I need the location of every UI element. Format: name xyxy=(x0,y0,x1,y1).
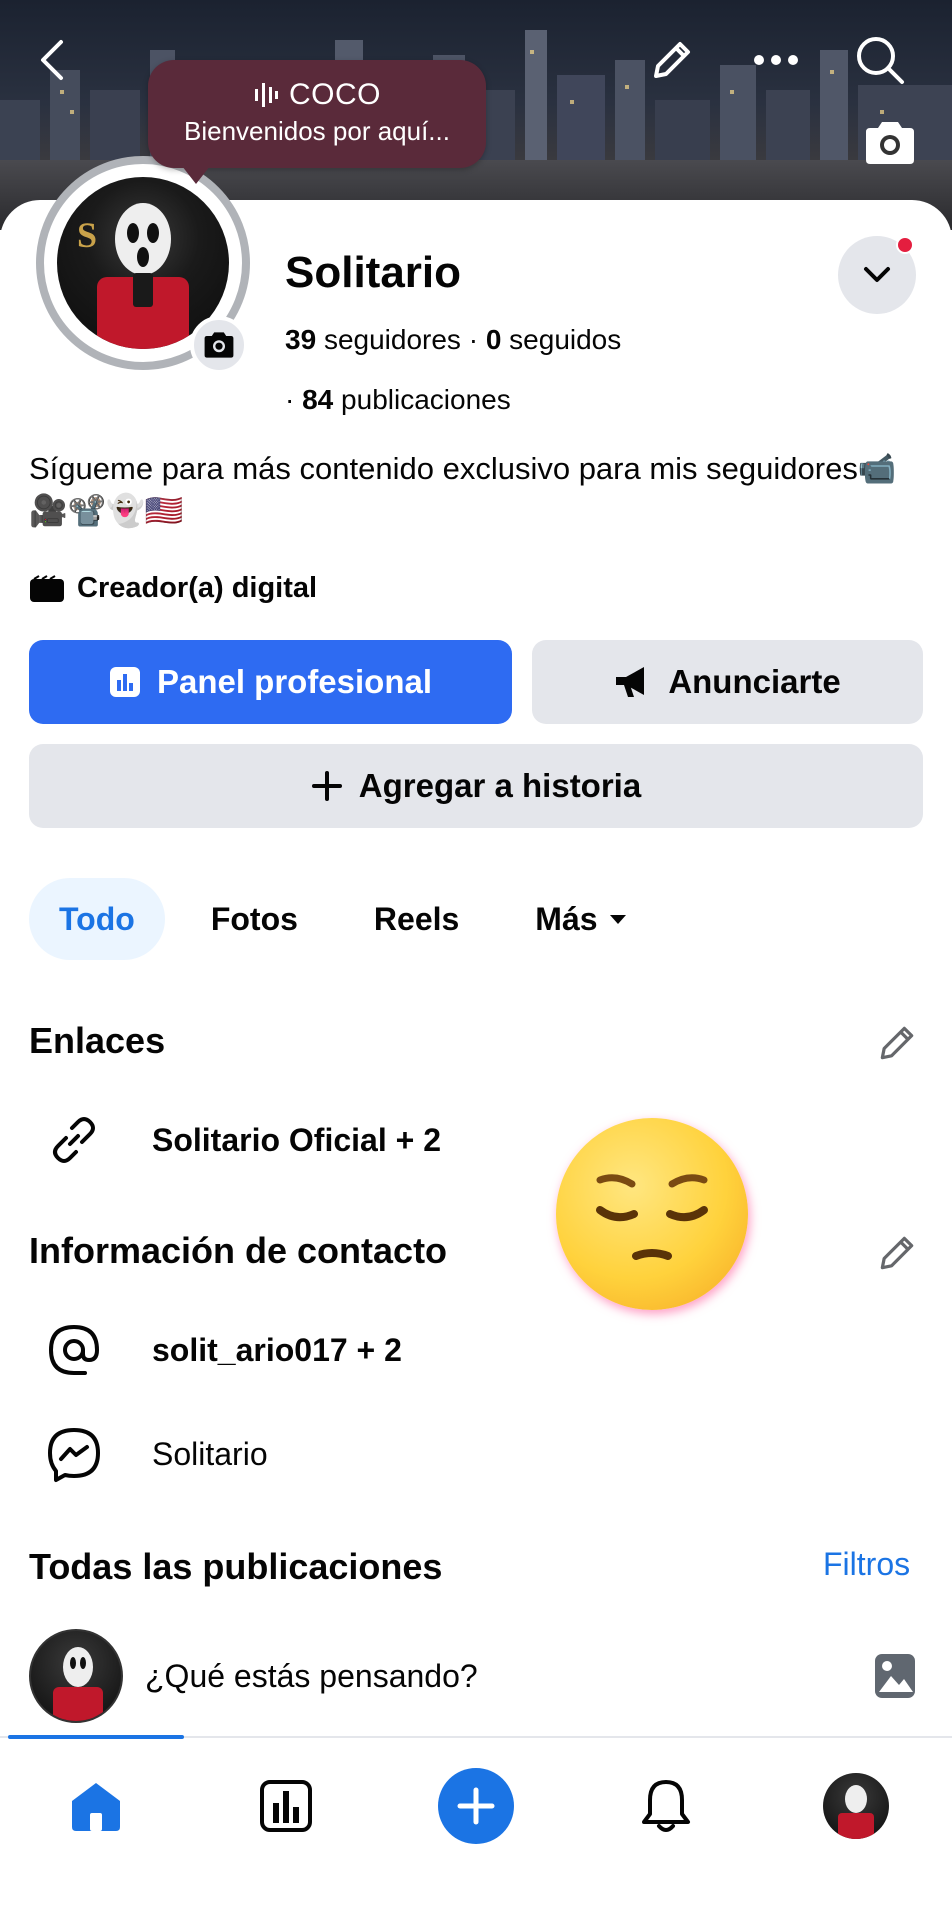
edit-links-button[interactable] xyxy=(872,1018,922,1068)
active-tab-indicator xyxy=(8,1735,184,1739)
posts-section-title: Todas las publicaciones xyxy=(29,1546,443,1587)
nav-create[interactable] xyxy=(438,1768,514,1844)
search-icon xyxy=(857,37,904,84)
pencil-icon xyxy=(880,1236,914,1270)
edit-contact-button[interactable] xyxy=(872,1228,922,1278)
audio-wave-icon xyxy=(255,83,278,107)
tab-label: Reels xyxy=(373,900,460,937)
tab-label: Fotos xyxy=(210,900,298,937)
posts-label: publicaciones xyxy=(341,384,511,415)
contact-section-title: Información de contacto xyxy=(29,1230,448,1271)
nav-profile[interactable] xyxy=(818,1768,894,1844)
camera-icon xyxy=(204,332,234,358)
photo-icon xyxy=(875,1654,915,1698)
contact-instagram-item[interactable]: solit_ario017 + 2 xyxy=(44,1320,402,1380)
link-icon xyxy=(44,1110,104,1170)
profile-bio: Sígueme para más contenido exclusivo par… xyxy=(29,451,897,528)
avatar-camera-button[interactable] xyxy=(190,316,248,374)
profile-posts-stat: · 84 publicaciones xyxy=(285,384,511,416)
following-count[interactable]: 0 xyxy=(486,324,502,355)
more-horizontal-icon xyxy=(754,55,798,65)
add-to-story-button[interactable]: Agregar a historia xyxy=(29,744,923,828)
profile-name: Solitario xyxy=(285,248,462,297)
tab-reels[interactable]: Reels xyxy=(344,878,489,960)
filters-link[interactable]: Filtros xyxy=(823,1546,910,1583)
instagram-handle: solit_ario017 + 2 xyxy=(152,1331,402,1368)
notifications-icon xyxy=(642,1780,690,1832)
category-label: Creador(a) digital xyxy=(77,572,318,604)
profile-tabs: Todo Fotos Reels Más xyxy=(29,878,674,960)
profile-stats: 39 seguidores · 0 seguidos xyxy=(285,324,621,356)
add-to-story-label: Agregar a historia xyxy=(358,767,642,804)
add-photo-button[interactable] xyxy=(867,1648,923,1704)
posts-count: 84 xyxy=(302,384,334,415)
profile-avatar xyxy=(823,1773,889,1839)
back-button[interactable] xyxy=(24,32,80,88)
nav-notifications[interactable] xyxy=(628,1768,704,1844)
professional-dashboard-label: Panel profesional xyxy=(156,663,433,700)
pencil-icon xyxy=(880,1026,914,1060)
messenger-name: Solitario xyxy=(152,1435,268,1472)
dashboard-icon xyxy=(260,1780,312,1832)
create-icon xyxy=(457,1787,495,1825)
links-section-title: Enlaces xyxy=(29,1020,166,1061)
search-button[interactable] xyxy=(852,32,908,88)
clapperboard-icon xyxy=(30,574,64,602)
professional-dashboard-button[interactable]: Panel profesional xyxy=(29,640,512,724)
plus-icon xyxy=(311,771,342,801)
profile-category: Creador(a) digital xyxy=(29,572,317,605)
following-label[interactable]: seguidos xyxy=(509,324,621,355)
home-icon xyxy=(72,1783,120,1831)
more-options-button[interactable] xyxy=(748,32,804,88)
camera-icon xyxy=(866,122,914,164)
chevron-left-icon xyxy=(41,40,63,80)
pensive-face-sticker[interactable] xyxy=(556,1118,748,1310)
edit-cover-button[interactable] xyxy=(644,32,700,88)
nav-home[interactable] xyxy=(58,1768,134,1844)
notification-dot xyxy=(896,236,914,254)
link-item[interactable]: Solitario Oficial + 2 xyxy=(44,1110,441,1170)
dashboard-chart-icon xyxy=(109,667,140,697)
link-text: Solitario Oficial + 2 xyxy=(152,1121,441,1158)
advertise-button[interactable]: Anunciarte xyxy=(532,640,923,724)
svg-text:S: S xyxy=(77,215,97,255)
caret-down-icon xyxy=(609,915,626,924)
nav-dashboard[interactable] xyxy=(248,1768,324,1844)
tab-label: Todo xyxy=(59,900,135,937)
tab-all[interactable]: Todo xyxy=(29,878,165,960)
bottom-navigation xyxy=(0,1735,952,1920)
followers-label[interactable]: seguidores xyxy=(324,324,461,355)
bubble-subtitle: Bienvenidos por aquí... xyxy=(184,116,450,146)
megaphone-icon xyxy=(616,667,645,697)
composer-avatar xyxy=(29,1629,123,1723)
stats-separator: · xyxy=(468,324,479,355)
tab-label: Más xyxy=(535,900,598,937)
followers-count[interactable]: 39 xyxy=(285,324,316,355)
messenger-icon xyxy=(44,1424,104,1484)
pencil-icon xyxy=(654,42,690,78)
tab-photos[interactable]: Fotos xyxy=(181,878,328,960)
tab-more[interactable]: Más xyxy=(505,878,657,960)
posts-separator: · xyxy=(285,384,295,415)
contact-messenger-item[interactable]: Solitario xyxy=(44,1424,268,1484)
post-composer[interactable]: ¿Qué estás pensando? xyxy=(29,1628,923,1724)
bubble-title: COCO xyxy=(289,78,381,111)
cover-camera-button[interactable] xyxy=(862,118,918,168)
advertise-label: Anunciarte xyxy=(668,663,841,700)
at-sign-icon xyxy=(44,1320,104,1380)
chevron-down-icon xyxy=(864,267,890,282)
composer-placeholder[interactable]: ¿Qué estás pensando? xyxy=(145,1658,867,1695)
music-status-bubble[interactable]: COCO Bienvenidos por aquí... xyxy=(148,60,486,184)
